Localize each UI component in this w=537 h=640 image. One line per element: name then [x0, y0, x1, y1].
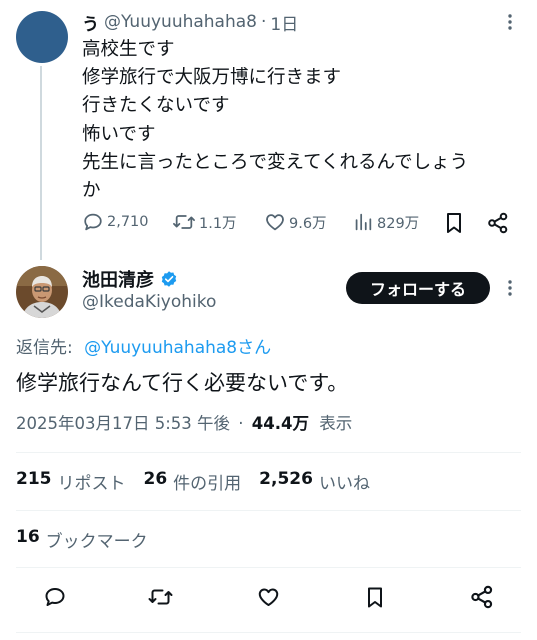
view-label: 表示: [319, 414, 353, 433]
share-icon[interactable]: [487, 212, 509, 234]
repost-icon: [172, 211, 199, 233]
bookmark-count-row: 16 ブックマーク: [16, 527, 148, 552]
author-avatar[interactable]: [16, 266, 68, 318]
views-icon: [352, 211, 377, 233]
repost-icon[interactable]: [147, 585, 174, 609]
view-count: 44.4万: [251, 414, 309, 433]
author-name-text: 池田清彦: [82, 270, 154, 291]
divider: [16, 632, 521, 633]
meta-separator: ·: [238, 414, 244, 433]
share-icon[interactable]: [470, 585, 494, 609]
divider: [16, 567, 521, 568]
parent-text-line: 先生に言ったところで変えてくれるんでしょう: [82, 151, 469, 173]
parent-text-line: 高校生です: [82, 39, 175, 60]
more-icon[interactable]: [500, 12, 520, 32]
parent-views-button[interactable]: 829万: [352, 211, 419, 233]
follow-button[interactable]: フォローする: [346, 272, 490, 304]
engagement-counts: 215 リポスト 26 件の引用 2,526 いいね: [16, 469, 388, 494]
reply-icon[interactable]: [43, 585, 67, 609]
parent-separator: ·: [260, 12, 267, 32]
tweet-meta: 2025年03月17日 5:53 午後 · 44.4万 表示: [16, 410, 352, 434]
parent-like-count: 9.6万: [289, 215, 327, 232]
parent-repost-button[interactable]: 1.1万: [172, 211, 237, 233]
parent-time[interactable]: 1日: [270, 10, 298, 35]
parent-reply-count: 2,710: [107, 214, 149, 230]
parent-repost-count: 1.1万: [199, 215, 237, 232]
parent-like-button[interactable]: 9.6万: [264, 211, 327, 233]
reply-icon: [82, 211, 107, 233]
author-handle[interactable]: @IkedaKiyohiko: [82, 292, 216, 312]
parent-reply-button[interactable]: 2,710: [82, 211, 149, 233]
like-count[interactable]: 2,526: [259, 469, 313, 494]
bookmark-icon[interactable]: [364, 585, 386, 610]
parent-text-line: 怖いです: [82, 123, 156, 145]
divider: [16, 452, 521, 453]
parent-text-line: 行きたくないです: [82, 95, 230, 117]
parent-view-count: 829万: [377, 215, 420, 232]
like-label[interactable]: いいね: [319, 469, 370, 494]
author-display-name[interactable]: 池田清彦: [82, 266, 178, 292]
like-icon[interactable]: [256, 585, 281, 609]
reply-to-line: 返信先: @Yuuyuuhahaha8さん: [16, 333, 271, 358]
parent-avatar[interactable]: [16, 11, 68, 63]
verified-icon: [160, 270, 178, 288]
like-icon: [264, 211, 289, 233]
bookmark-count: 16: [16, 527, 40, 547]
reply-to-prefix: 返信先:: [16, 338, 73, 358]
quote-label[interactable]: 件の引用: [173, 469, 241, 494]
bookmark-icon[interactable]: [443, 211, 465, 235]
more-icon[interactable]: [500, 278, 520, 298]
reply-to-link[interactable]: @Yuuyuuhahaha8さん: [84, 338, 271, 358]
parent-display-name[interactable]: う: [82, 10, 99, 35]
tweet-timestamp[interactable]: 2025年03月17日 5:53 午後: [16, 414, 230, 433]
repost-label[interactable]: リポスト: [58, 469, 126, 494]
main-tweet-text: 修学旅行なんて行く必要ないです。: [16, 371, 349, 395]
parent-text-line: 修学旅行で大阪万博に行きます: [82, 67, 342, 89]
bookmark-label: ブックマーク: [45, 532, 148, 552]
divider: [16, 510, 521, 511]
quote-count[interactable]: 26: [144, 469, 168, 494]
parent-tweet-text: 高校生です 修学旅行で大阪万博に行きます 行きたくないです 怖いです 先生に言っ…: [82, 36, 527, 205]
repost-count[interactable]: 215: [16, 469, 52, 494]
parent-text-line: か: [82, 180, 101, 202]
parent-header: う @Yuuyuuhahaha8 · 1日: [82, 10, 298, 35]
thread-connector-line: [40, 66, 42, 260]
parent-handle[interactable]: @Yuuyuuhahaha8: [104, 12, 257, 32]
